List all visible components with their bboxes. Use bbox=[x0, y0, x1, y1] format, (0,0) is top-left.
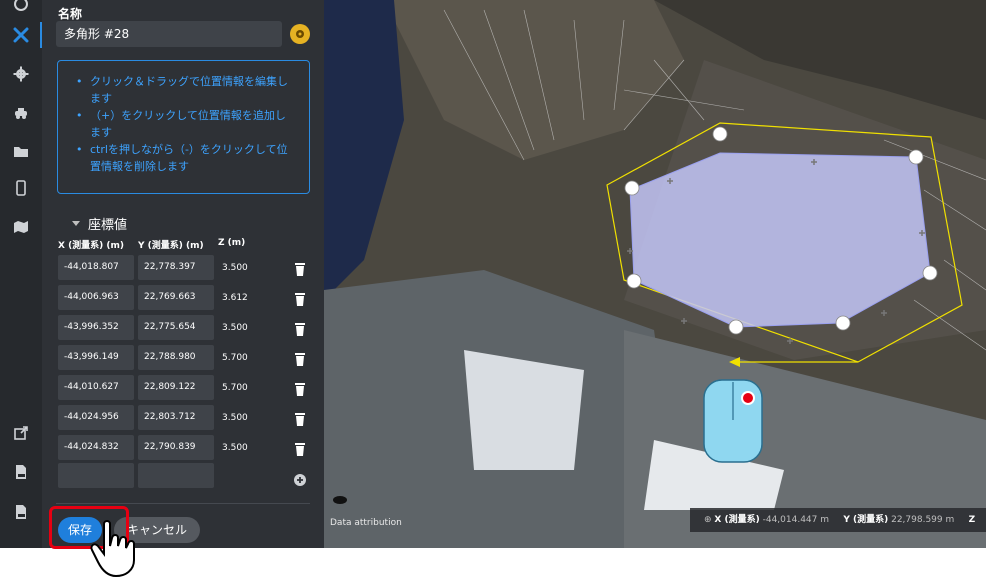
y-field[interactable]: 22,788.980 bbox=[138, 345, 214, 370]
map-canvas[interactable] bbox=[324, 0, 986, 548]
csv-icon[interactable] bbox=[9, 460, 33, 484]
x-field[interactable]: -43,996.352 bbox=[58, 315, 134, 340]
z-coord-label: Z bbox=[968, 515, 976, 525]
hand-pointer-icon bbox=[90, 520, 135, 578]
x-field[interactable]: -44,018.807 bbox=[58, 255, 134, 280]
y-coord-value: 22,798.599 m bbox=[891, 515, 955, 525]
x-field[interactable]: -44,024.832 bbox=[58, 435, 134, 460]
x-field[interactable]: -44,006.963 bbox=[58, 285, 134, 310]
z-value: 3.612 bbox=[222, 293, 248, 303]
col-header-y: Y (測量系) (m) bbox=[138, 241, 204, 251]
map-view[interactable]: Data attribution ⊕ X (測量系) -44,014.447 m… bbox=[324, 0, 986, 548]
crosshair-icon: ⊕ bbox=[704, 515, 712, 525]
help-item-drag: クリック＆ドラッグで位置情報を編集します bbox=[76, 73, 295, 107]
z-value: 5.700 bbox=[222, 353, 248, 363]
mobile-icon[interactable] bbox=[9, 176, 33, 200]
bottom-strip bbox=[0, 548, 986, 581]
folder-icon[interactable] bbox=[9, 140, 33, 164]
x-field-new[interactable] bbox=[58, 463, 134, 488]
x-field[interactable]: -44,024.956 bbox=[58, 405, 134, 430]
coordinates-title: 座標値 bbox=[88, 218, 128, 233]
help-item-delete: ctrlを押しながら（-）をクリックして位置情報を削除します bbox=[76, 141, 295, 175]
x-coord-label: X (測量系) bbox=[714, 515, 760, 525]
trash-icon[interactable] bbox=[294, 352, 306, 366]
z-value: 5.700 bbox=[222, 383, 248, 393]
z-value: 3.500 bbox=[222, 263, 248, 273]
external-link-icon[interactable] bbox=[9, 421, 33, 445]
y-field[interactable]: 22,778.397 bbox=[138, 255, 214, 280]
help-box: クリック＆ドラッグで位置情報を編集します （+）をクリックして位置情報を追加しま… bbox=[57, 60, 310, 194]
col-header-x: X (測量系) (m) bbox=[58, 241, 125, 251]
y-coord-label: Y (測量系) bbox=[843, 515, 889, 525]
col-header-z: Z (m) bbox=[218, 238, 246, 248]
y-field[interactable]: 22,775.654 bbox=[138, 315, 214, 340]
chevron-down-icon bbox=[72, 221, 80, 226]
wrench-cross-icon[interactable] bbox=[9, 23, 33, 47]
trash-icon[interactable] bbox=[294, 442, 306, 456]
z-value: 3.500 bbox=[222, 443, 248, 453]
trash-icon[interactable] bbox=[294, 322, 306, 336]
y-field[interactable]: 22,809.122 bbox=[138, 375, 214, 400]
trash-icon[interactable] bbox=[294, 292, 306, 306]
car-icon[interactable] bbox=[9, 101, 33, 125]
map-icon[interactable] bbox=[9, 215, 33, 239]
palette-icon bbox=[296, 30, 304, 38]
icon-rail bbox=[0, 0, 42, 548]
cursor-coordinate-bar: ⊕ X (測量系) -44,014.447 m Y (測量系) 22,798.5… bbox=[690, 508, 986, 532]
coordinates-toggle[interactable]: 座標値 bbox=[72, 214, 127, 233]
app: 名称 多角形 #28 クリック＆ドラッグで位置情報を編集します （+）をクリック… bbox=[0, 0, 986, 581]
divider bbox=[56, 503, 310, 504]
trash-icon[interactable] bbox=[294, 262, 306, 276]
name-input[interactable]: 多角形 #28 bbox=[56, 21, 282, 47]
top-icon[interactable] bbox=[9, 0, 33, 16]
data-attribution-link[interactable]: Data attribution bbox=[330, 518, 402, 528]
x-field[interactable]: -44,010.627 bbox=[58, 375, 134, 400]
y-field[interactable]: 22,803.712 bbox=[138, 405, 214, 430]
add-point-icon[interactable] bbox=[293, 473, 307, 487]
trash-icon[interactable] bbox=[294, 412, 306, 426]
x-coord-value: -44,014.447 m bbox=[762, 515, 830, 525]
trash-icon[interactable] bbox=[294, 382, 306, 396]
y-field[interactable]: 22,790.839 bbox=[138, 435, 214, 460]
y-field[interactable]: 22,769.663 bbox=[138, 285, 214, 310]
color-picker-button[interactable] bbox=[290, 24, 310, 44]
polygon-edit-panel: 名称 多角形 #28 クリック＆ドラッグで位置情報を編集します （+）をクリック… bbox=[42, 0, 324, 548]
help-item-add: （+）をクリックして位置情報を追加します bbox=[76, 107, 295, 141]
x-field[interactable]: -43,996.149 bbox=[58, 345, 134, 370]
gear-icon[interactable] bbox=[9, 62, 33, 86]
name-label: 名称 bbox=[58, 7, 83, 21]
z-value: 3.500 bbox=[222, 323, 248, 333]
pdf-icon[interactable] bbox=[9, 500, 33, 524]
z-value: 3.500 bbox=[222, 413, 248, 423]
y-field-new[interactable] bbox=[138, 463, 214, 488]
